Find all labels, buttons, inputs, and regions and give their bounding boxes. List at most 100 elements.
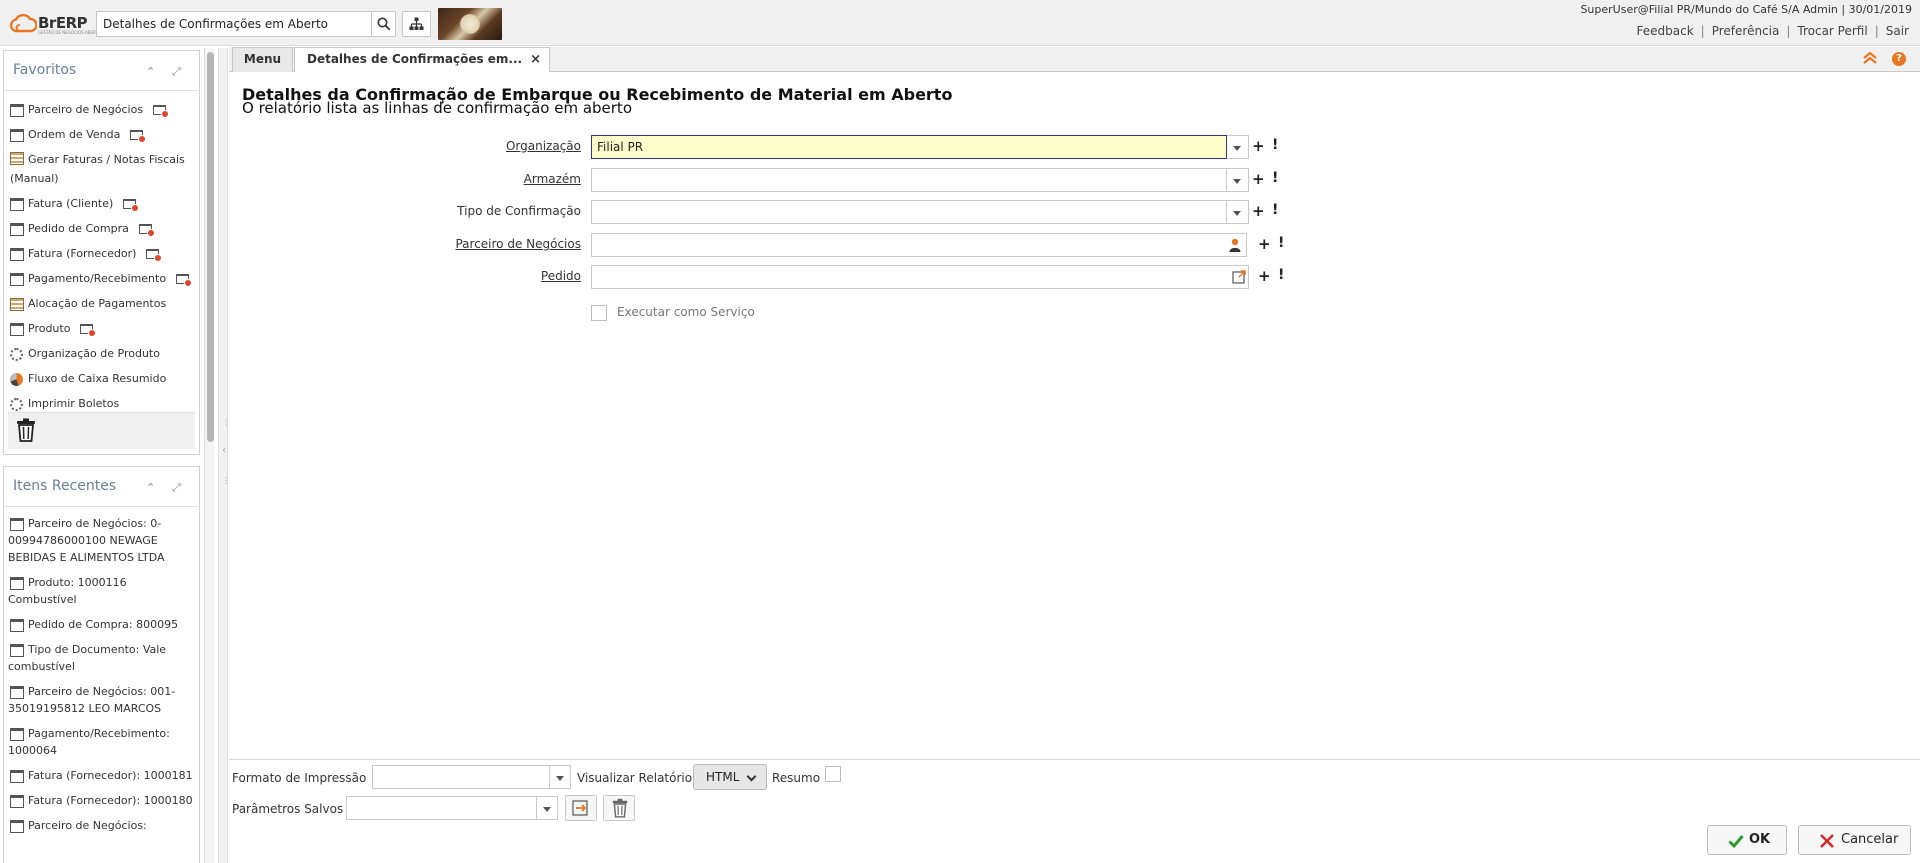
favorite-item[interactable]: Fluxo de Caixa Resumido <box>4 366 199 391</box>
cancel-label: Cancelar <box>1841 832 1899 847</box>
business-partner-add-icon[interactable]: + <box>1258 235 1271 253</box>
tab-current-process[interactable]: Detalhes de Confirmações em... × <box>294 47 550 73</box>
open-new-window-icon[interactable] <box>138 224 155 237</box>
scrollbar-thumb[interactable] <box>207 52 214 442</box>
window-icon <box>10 104 24 117</box>
field-row-business-partner: Parceiro de Negócios + ! <box>229 233 1329 257</box>
person-icon[interactable] <box>1229 238 1241 252</box>
close-icon[interactable]: × <box>530 48 541 71</box>
process-description: O relatório lista as linhas de confirmaç… <box>242 99 632 117</box>
organization-field[interactable] <box>591 135 1227 159</box>
open-record-icon[interactable] <box>1232 270 1246 284</box>
favorite-item[interactable]: Produto <box>4 316 199 341</box>
warehouse-dropdown-button[interactable] <box>1227 168 1249 192</box>
favorite-item[interactable]: Parceiro de Negócios <box>4 97 199 122</box>
brerp-logo[interactable]: BrERP GESTÃO DE NEGÓCIOS ABERTA <box>9 11 100 37</box>
left-panel-scrollbar[interactable] <box>204 48 214 863</box>
organization-label[interactable]: Organização <box>229 139 581 153</box>
print-format-dropdown-button[interactable] <box>549 765 571 789</box>
search-button[interactable] <box>372 11 396 37</box>
recent-item[interactable]: Parceiro de Negócios: 001-35019195812 LE… <box>4 681 199 723</box>
saved-parameters-select[interactable] <box>346 796 558 820</box>
recent-item-label: Produto: 1000116 Combustível <box>8 576 127 606</box>
save-parameters-button[interactable] <box>565 795 597 821</box>
recent-item[interactable]: Parceiro de Negócios: 0-00994786000100 N… <box>4 513 199 572</box>
warehouse-add-icon[interactable]: + <box>1252 170 1265 188</box>
delete-parameters-button[interactable] <box>603 795 635 821</box>
panel-splitter[interactable]: ⋮ ‹ ⋮ <box>218 48 230 863</box>
favorite-label: Fluxo de Caixa Resumido <box>28 372 167 385</box>
warehouse-field[interactable] <box>591 168 1227 192</box>
recent-item[interactable]: Fatura (Fornecedor): 1000180 <box>4 790 199 815</box>
open-new-window-icon[interactable] <box>123 199 140 212</box>
open-new-window-icon[interactable] <box>153 105 170 118</box>
change-role-link[interactable]: Trocar Perfil <box>1790 24 1874 38</box>
run-as-service-checkbox[interactable] <box>591 305 607 321</box>
warehouse-label[interactable]: Armazém <box>229 172 581 186</box>
ok-button[interactable]: OK <box>1707 825 1787 855</box>
recent-item[interactable]: Pedido de Compra: 800095 <box>4 614 199 639</box>
favorite-item[interactable]: Pedido de Compra <box>4 216 199 241</box>
maximize-icon[interactable]: ⤢ <box>172 65 181 79</box>
organization-dropdown-button[interactable] <box>1227 135 1249 159</box>
favorite-label: Gerar Faturas / Notas Fiscais (Manual) <box>10 153 185 185</box>
recent-item[interactable]: Fatura (Fornecedor): 1000181 <box>4 765 199 790</box>
favorites-panel: Favoritos ⌃ ⤢ Parceiro de Negócios Ordem… <box>3 50 200 455</box>
favorite-label: Produto <box>28 322 71 335</box>
favorites-title: Favoritos <box>13 62 77 78</box>
feedback-link[interactable]: Feedback <box>1630 24 1701 38</box>
process-gear-icon <box>10 348 23 361</box>
confirmation-type-field[interactable] <box>591 200 1227 224</box>
open-new-window-icon[interactable] <box>80 324 97 337</box>
maximize-icon[interactable]: ⤢ <box>172 481 181 495</box>
saved-parameters-dropdown-button[interactable] <box>536 796 558 820</box>
recent-item[interactable]: Parceiro de Negócios: <box>4 815 199 840</box>
splitter-arrow-icon[interactable]: ‹ <box>222 446 226 456</box>
favorite-item[interactable]: Pagamento/Recebimento <box>4 266 199 291</box>
menu-tree-button[interactable] <box>402 11 431 37</box>
recent-item-label: Parceiro de Negócios: 0-00994786000100 N… <box>8 517 165 564</box>
open-new-window-icon[interactable] <box>130 130 147 143</box>
trash-icon <box>612 798 628 818</box>
cancel-button[interactable]: Cancelar <box>1798 825 1911 855</box>
recent-item[interactable]: Pagamento/Recebimento: 1000064 <box>4 723 199 765</box>
collapse-up-icon[interactable] <box>1862 51 1878 65</box>
bottom-divider <box>229 759 1920 760</box>
confirmation-type-mandatory-icon: ! <box>1272 202 1279 218</box>
recent-item[interactable]: Tipo de Documento: Vale combustível <box>4 639 199 681</box>
favorite-item[interactable]: Organização de Produto <box>4 341 199 366</box>
panel-divider <box>4 506 199 507</box>
recent-item[interactable]: Produto: 1000116 Combustível <box>4 572 199 614</box>
trash-icon[interactable] <box>16 418 36 442</box>
favorite-item[interactable]: Alocação de Pagamentos <box>4 291 199 316</box>
favorite-item[interactable]: Ordem de Venda <box>4 122 199 147</box>
favorite-label: Pedido de Compra <box>28 222 129 235</box>
logout-link[interactable]: Sair <box>1879 24 1916 38</box>
collapse-chevron-icon[interactable]: ⌃ <box>146 481 155 494</box>
tab-menu[interactable]: Menu <box>232 47 293 72</box>
confirmation-type-dropdown-button[interactable] <box>1227 200 1249 224</box>
summary-checkbox[interactable] <box>825 766 841 782</box>
business-partner-label[interactable]: Parceiro de Negócios <box>229 237 581 251</box>
favorite-item[interactable]: Fatura (Cliente) <box>4 191 199 216</box>
preferences-link[interactable]: Preferência <box>1705 24 1787 38</box>
collapse-chevron-icon[interactable]: ⌃ <box>146 65 155 78</box>
favorite-item[interactable]: Fatura (Fornecedor) <box>4 241 199 266</box>
open-new-window-icon[interactable] <box>146 249 163 262</box>
open-new-window-icon[interactable] <box>176 274 193 287</box>
business-partner-field[interactable] <box>591 233 1247 257</box>
organization-add-icon[interactable]: + <box>1252 137 1265 155</box>
window-icon <box>10 273 24 286</box>
order-label[interactable]: Pedido <box>229 269 581 283</box>
confirmation-type-add-icon[interactable]: + <box>1252 202 1265 220</box>
favorite-item[interactable]: Gerar Faturas / Notas Fiscais (Manual) <box>4 147 199 191</box>
organization-mandatory-icon: ! <box>1272 137 1279 153</box>
view-report-format-button[interactable]: HTML <box>693 764 767 790</box>
print-format-select[interactable] <box>372 765 571 789</box>
recent-item-label: Parceiro de Negócios: 001-35019195812 LE… <box>8 685 176 715</box>
menu-search-input[interactable] <box>97 12 371 36</box>
help-icon[interactable]: ? <box>1892 52 1906 66</box>
order-add-icon[interactable]: + <box>1258 267 1271 285</box>
order-field[interactable] <box>591 265 1249 289</box>
search-icon <box>377 17 390 31</box>
